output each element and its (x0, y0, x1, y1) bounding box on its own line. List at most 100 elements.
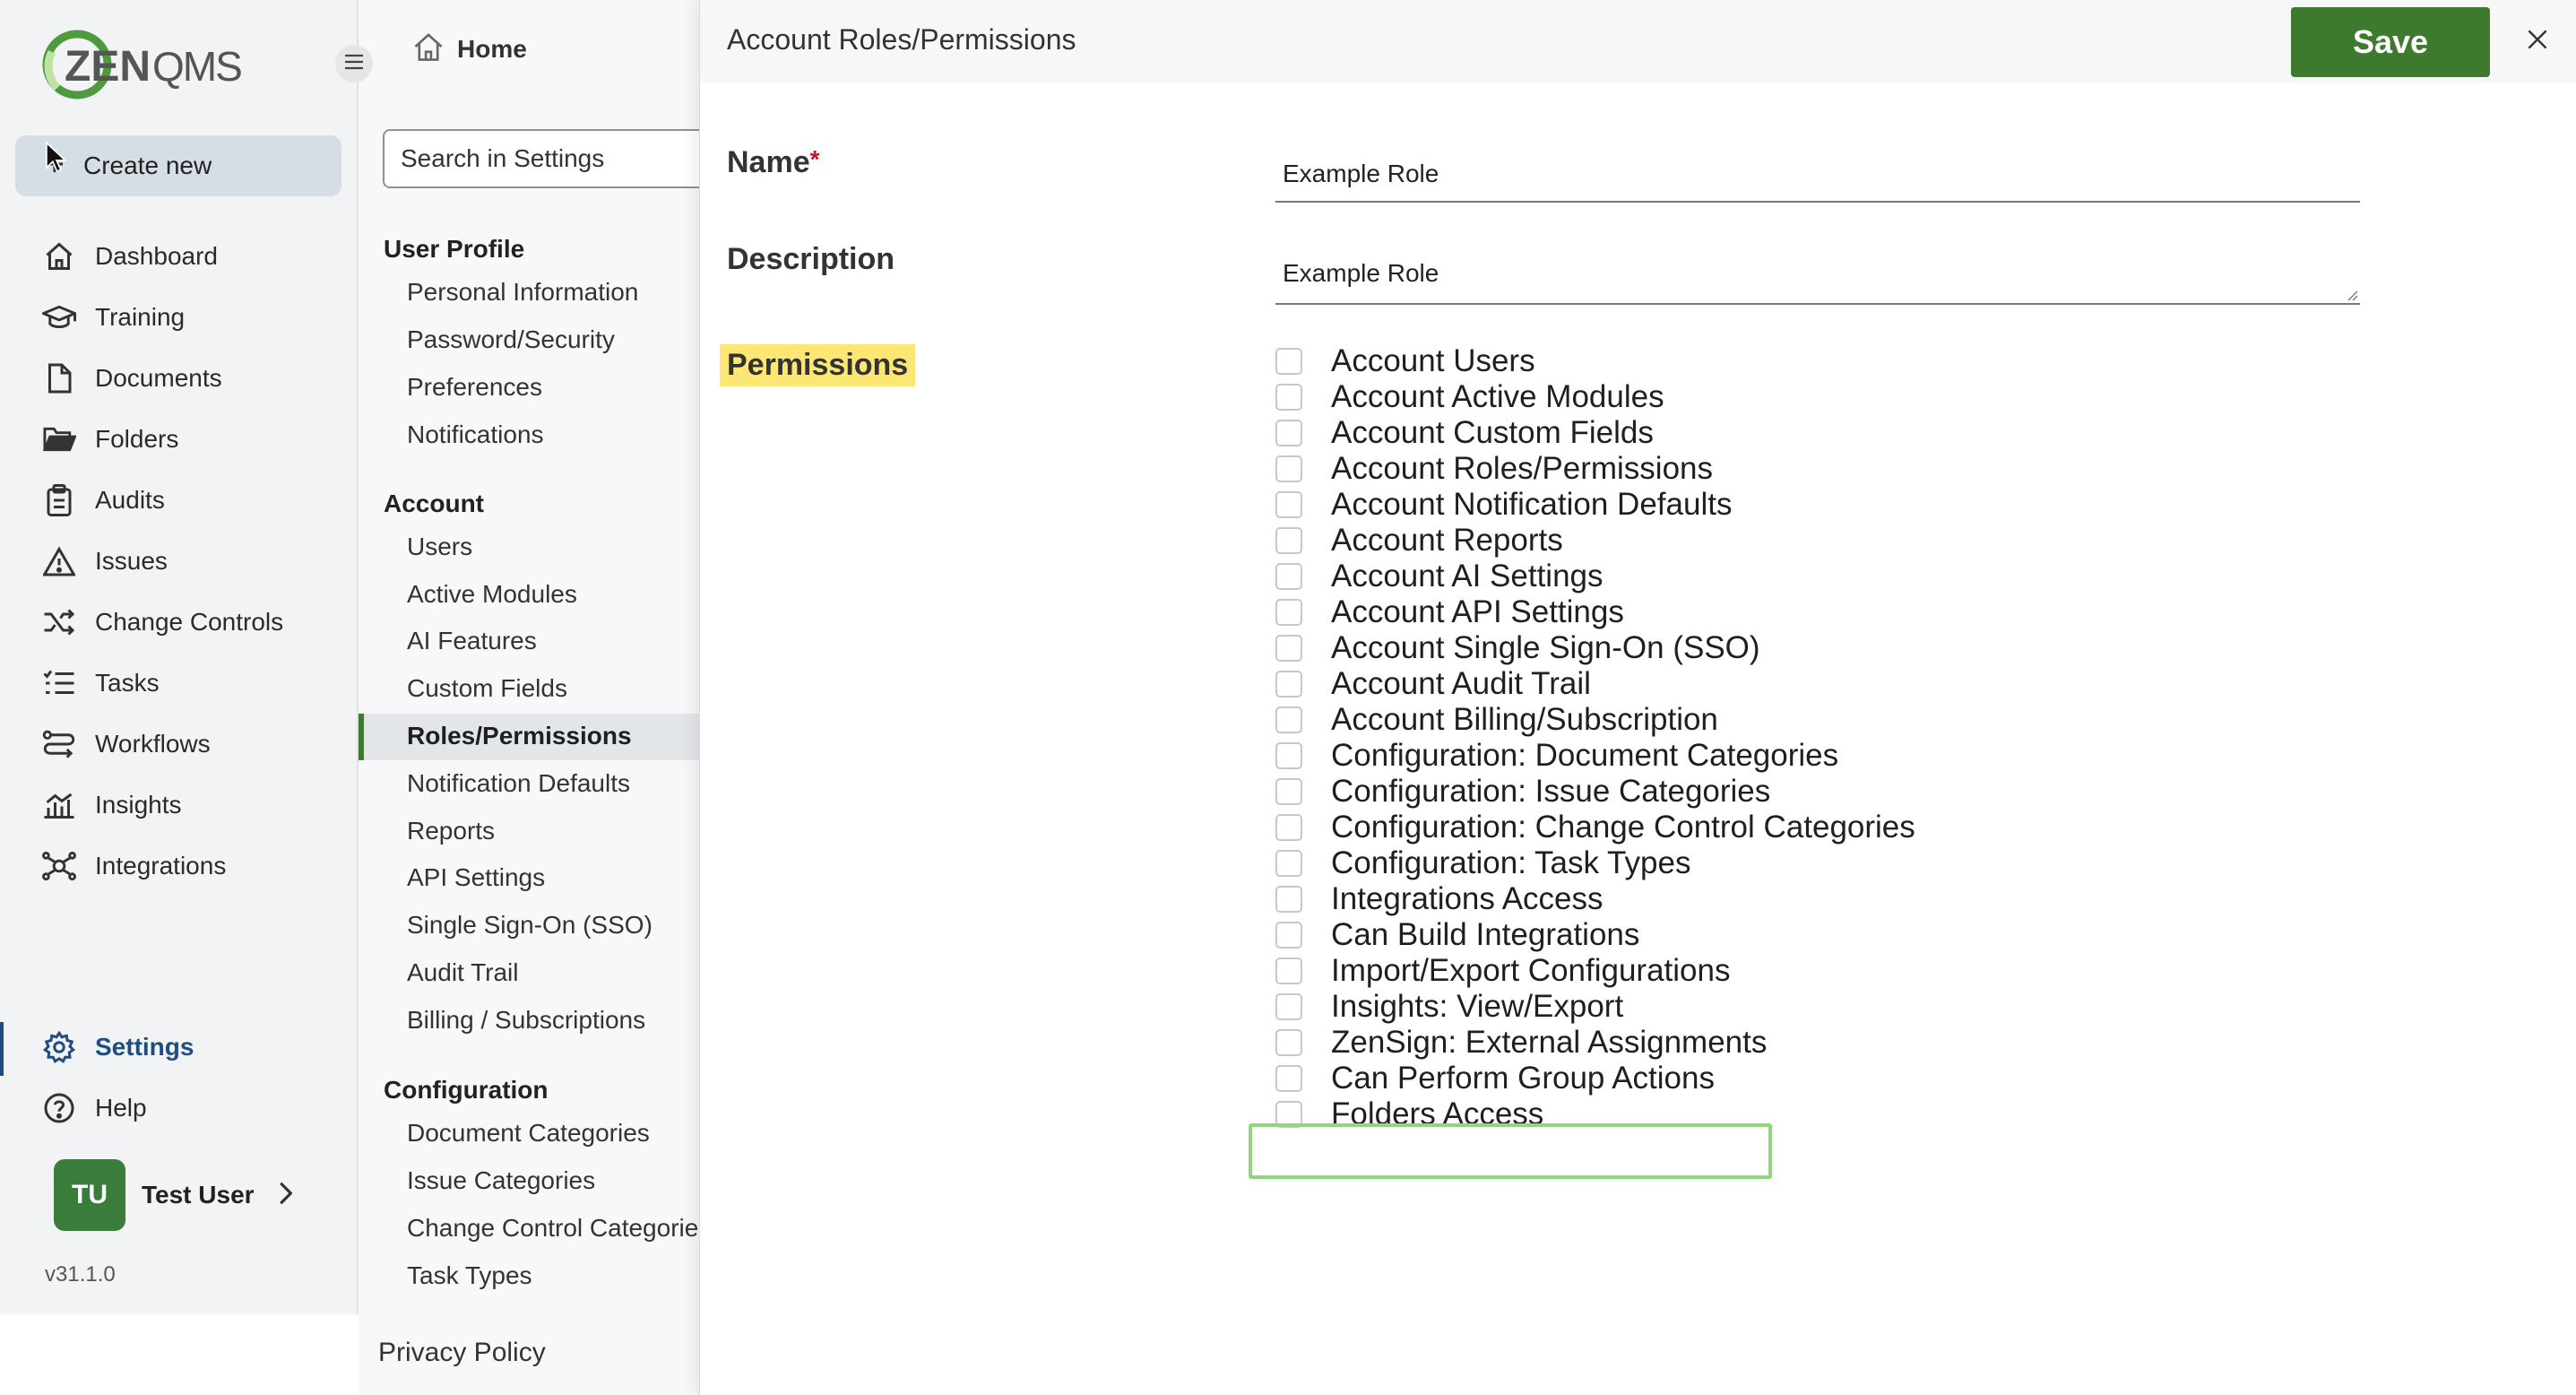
permission-row[interactable]: ZenSign: External Assignments (1275, 1025, 2172, 1061)
permission-checkbox[interactable] (1275, 1065, 1302, 1092)
permission-checkbox[interactable] (1275, 814, 1302, 841)
nav-audits-label: Audits (95, 486, 165, 514)
checklist-icon (41, 665, 77, 701)
permission-row[interactable]: Configuration: Change Control Categories (1275, 810, 2172, 845)
save-button[interactable]: Save (2291, 7, 2490, 77)
permission-row[interactable]: Integrations Access (1275, 881, 2172, 917)
settings-item-billing[interactable]: Billing / Subscriptions (407, 1006, 645, 1035)
permission-row[interactable]: Configuration: Document Categories (1275, 738, 2172, 774)
help-circle-icon (41, 1090, 77, 1126)
nav-help[interactable]: Help (41, 1087, 147, 1130)
hamburger-icon (344, 54, 364, 74)
permission-row[interactable]: Account AI Settings (1275, 559, 2172, 594)
settings-item-notification-defaults[interactable]: Notification Defaults (407, 769, 630, 798)
permission-row[interactable]: Account Audit Trail (1275, 666, 2172, 702)
permission-row[interactable]: Account API Settings (1275, 594, 2172, 630)
permission-row[interactable]: Import/Export Configurations (1275, 953, 2172, 989)
permission-checkbox[interactable] (1275, 957, 1302, 984)
privacy-policy-link[interactable]: Privacy Policy (378, 1338, 546, 1368)
permission-checkbox[interactable] (1275, 491, 1302, 518)
settings-item-ai-features[interactable]: AI Features (407, 627, 537, 655)
close-button[interactable] (2520, 23, 2555, 59)
nav-training[interactable]: Training (41, 296, 185, 339)
permission-label: Account Roles/Permissions (1331, 451, 1713, 486)
nav-audits[interactable]: Audits (41, 479, 165, 522)
permission-checkbox[interactable] (1275, 599, 1302, 626)
permission-row[interactable]: Account Billing/Subscription (1275, 702, 2172, 738)
shuffle-icon (41, 604, 77, 640)
permission-checkbox[interactable] (1275, 742, 1302, 769)
nav-documents[interactable]: Documents (41, 357, 222, 400)
permission-checkbox[interactable] (1275, 348, 1302, 375)
permission-row[interactable]: Configuration: Task Types (1275, 845, 2172, 881)
network-icon (41, 848, 77, 884)
zenqms-logo[interactable]: ZEN QMS (41, 25, 244, 104)
nav-issues[interactable]: Issues (41, 540, 168, 583)
permission-row[interactable]: Account Notification Defaults (1275, 487, 2172, 523)
settings-item-issue-categories[interactable]: Issue Categories (407, 1166, 595, 1195)
permission-checkbox[interactable] (1275, 850, 1302, 877)
resize-grip-icon[interactable] (2346, 289, 2358, 301)
settings-item-preferences[interactable]: Preferences (407, 373, 542, 402)
permission-checkbox[interactable] (1275, 420, 1302, 446)
settings-item-roles-permissions[interactable]: Roles/Permissions (407, 722, 632, 750)
permission-label: Account Billing/Subscription (1331, 702, 1718, 737)
permission-checkbox[interactable] (1275, 563, 1302, 590)
settings-item-users[interactable]: Users (407, 533, 472, 561)
nav-tasks[interactable]: Tasks (41, 662, 160, 705)
settings-item-task-types[interactable]: Task Types (407, 1261, 532, 1290)
nav-workflows[interactable]: Workflows (41, 723, 211, 766)
permission-label: Can Build Integrations (1331, 917, 1640, 952)
breadcrumb-home[interactable]: Home (412, 32, 527, 65)
nav-issues-label: Issues (95, 547, 168, 575)
settings-item-api-settings[interactable]: API Settings (407, 863, 545, 892)
permission-row[interactable]: Account Single Sign-On (SSO) (1275, 630, 2172, 666)
permission-row[interactable]: Account Active Modules (1275, 379, 2172, 415)
collapse-sidebar-button[interactable] (335, 45, 373, 82)
settings-item-change-control-categories[interactable]: Change Control Categories (407, 1214, 711, 1243)
user-name: Test User (142, 1181, 255, 1209)
permission-row[interactable]: Account Users (1275, 343, 2172, 379)
nav-insights[interactable]: Insights (41, 784, 182, 827)
settings-item-audit-trail[interactable]: Audit Trail (407, 958, 519, 987)
permission-checkbox[interactable] (1275, 527, 1302, 554)
settings-item-reports[interactable]: Reports (407, 817, 495, 845)
permission-checkbox[interactable] (1275, 671, 1302, 698)
settings-item-custom-fields[interactable]: Custom Fields (407, 674, 567, 703)
permission-checkbox[interactable] (1275, 1029, 1302, 1056)
permission-checkbox[interactable] (1275, 706, 1302, 733)
settings-search-input[interactable]: Search in Settings (383, 129, 741, 188)
permission-row[interactable]: Can Perform Group Actions (1275, 1061, 2172, 1096)
permission-checkbox[interactable] (1275, 635, 1302, 662)
settings-item-personal-information[interactable]: Personal Information (407, 278, 638, 307)
nav-integrations[interactable]: Integrations (41, 845, 226, 888)
permission-checkbox[interactable] (1275, 455, 1302, 482)
permission-checkbox[interactable] (1275, 922, 1302, 949)
permission-row[interactable]: Insights: View/Export (1275, 989, 2172, 1025)
permission-row[interactable]: Account Reports (1275, 523, 2172, 559)
settings-item-notifications[interactable]: Notifications (407, 420, 544, 449)
settings-item-password-security[interactable]: Password/Security (407, 325, 615, 354)
user-menu[interactable]: TU Test User (54, 1159, 293, 1231)
clipboard-icon (41, 482, 77, 518)
settings-item-document-categories[interactable]: Document Categories (407, 1119, 650, 1148)
name-field[interactable]: Example Role (1275, 147, 2360, 203)
permission-row[interactable]: Account Custom Fields (1275, 415, 2172, 451)
permission-checkbox[interactable] (1275, 384, 1302, 411)
permission-label: Account Notification Defaults (1331, 487, 1733, 522)
permission-row[interactable]: Configuration: Issue Categories (1275, 774, 2172, 810)
name-field-value: Example Role (1283, 160, 1439, 187)
settings-item-sso[interactable]: Single Sign-On (SSO) (407, 911, 653, 940)
nav-dashboard[interactable]: Dashboard (41, 235, 218, 278)
permission-checkbox[interactable] (1275, 886, 1302, 913)
permission-checkbox[interactable] (1275, 993, 1302, 1020)
description-field[interactable]: Example Role (1275, 244, 2360, 305)
permission-row[interactable]: Account Roles/Permissions (1275, 451, 2172, 487)
permission-label: Configuration: Change Control Categories (1331, 810, 1915, 845)
nav-change-controls[interactable]: Change Controls (41, 601, 283, 644)
nav-settings[interactable]: Settings (41, 1026, 194, 1069)
permission-row[interactable]: Can Build Integrations (1275, 917, 2172, 953)
settings-item-active-modules[interactable]: Active Modules (407, 580, 577, 609)
permission-checkbox[interactable] (1275, 778, 1302, 805)
nav-folders[interactable]: Folders (41, 418, 178, 461)
